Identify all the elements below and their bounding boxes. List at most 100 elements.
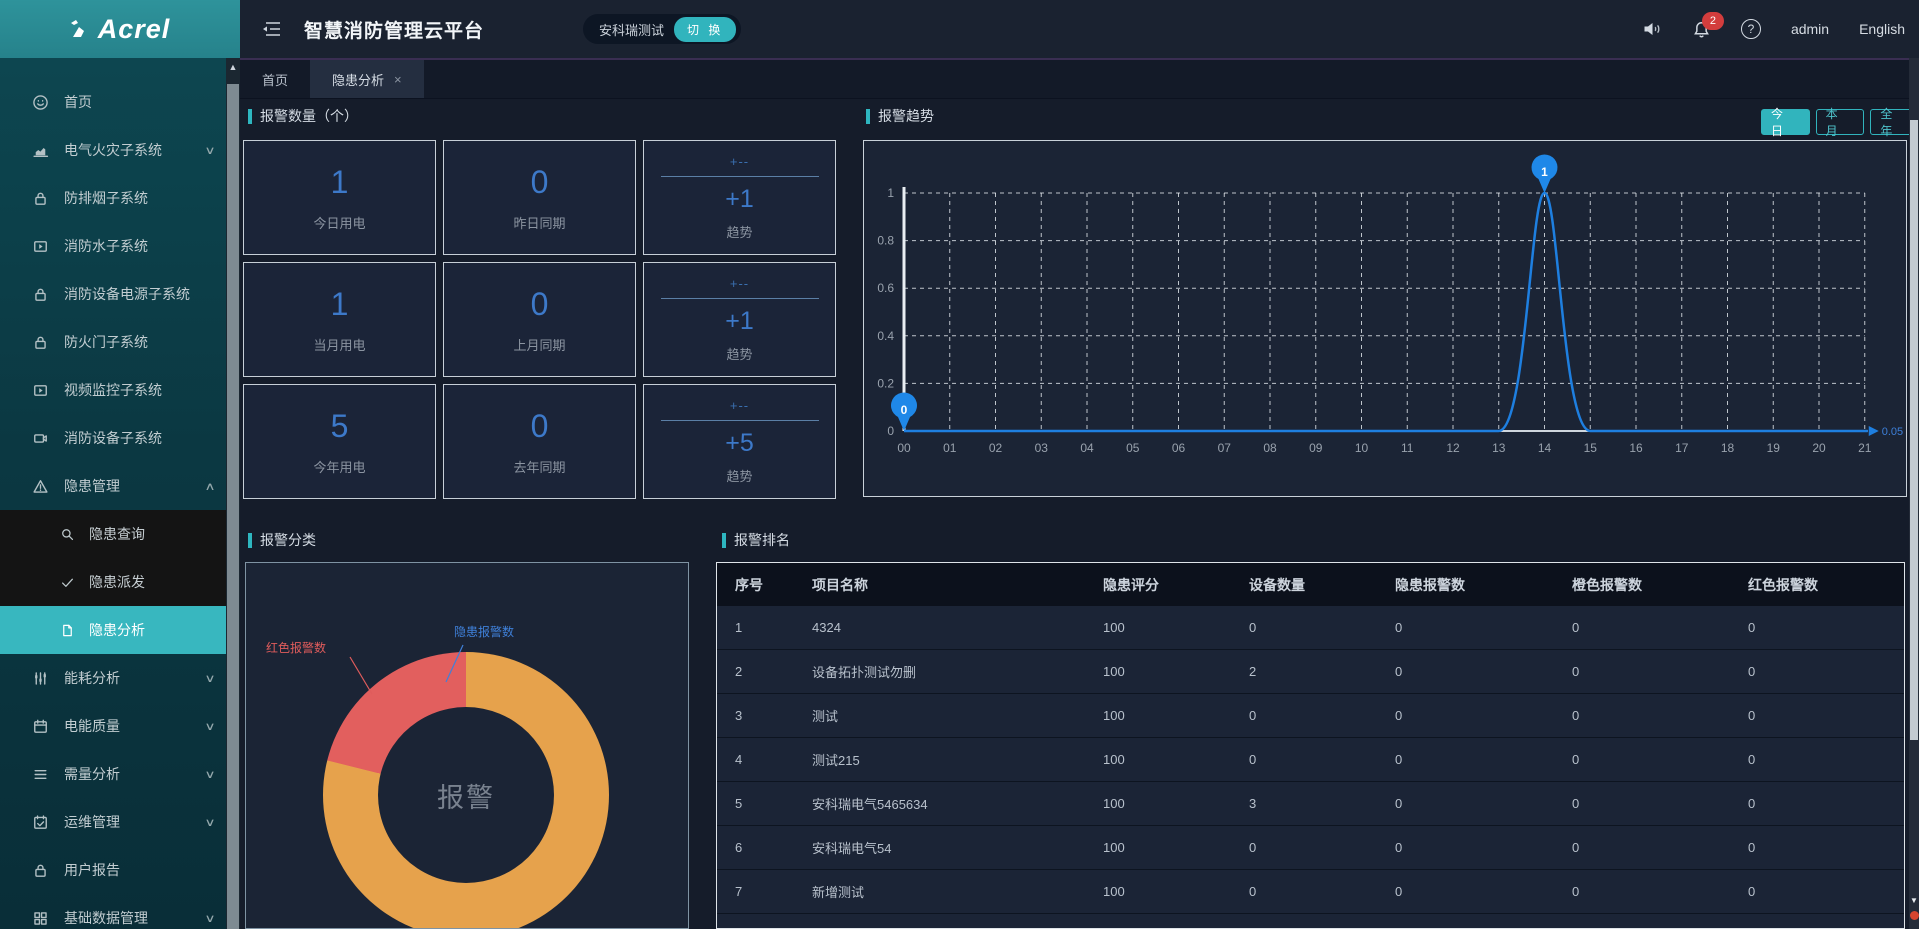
table-cell: 0 xyxy=(1249,606,1395,650)
tab-home[interactable]: 首页 xyxy=(240,60,310,98)
svg-text:18: 18 xyxy=(1721,441,1735,455)
svg-text:09: 09 xyxy=(1309,441,1323,455)
sidebar-scroll-thumb[interactable] xyxy=(227,84,239,929)
sidebar-subitem-1[interactable]: 隐患派发 xyxy=(0,558,226,606)
table-cell: 4324 xyxy=(812,606,1103,650)
project-selector: 安科瑞测试 切 换 xyxy=(583,14,741,44)
trend-fraction: +-- xyxy=(730,398,749,413)
trend-divider xyxy=(661,420,819,421)
svg-text:0.2: 0.2 xyxy=(877,376,894,390)
sidebar-item-7[interactable]: 消防设备子系统 xyxy=(0,414,226,462)
trend-card-2: +--+1趋势 xyxy=(643,140,836,255)
range-button-month[interactable]: 本月 xyxy=(1816,109,1865,135)
trend-line-chart[interactable]: 00.20.40.60.8100010203040506070809101112… xyxy=(864,141,1906,496)
stat-card-7: 0 去年同期 xyxy=(443,384,636,499)
sidebar-item-label: 基础数据管理 xyxy=(64,908,148,928)
sidebar-item-8[interactable]: 隐患管理∧ xyxy=(0,462,226,510)
sidebar-item-6[interactable]: 视频监控子系统 xyxy=(0,366,226,414)
table-cell: 设备拓扑测试勿删 xyxy=(812,650,1103,694)
trend-fraction: +-- xyxy=(730,276,749,291)
table-cell: 0 xyxy=(1395,870,1572,914)
switch-project-button[interactable]: 切 换 xyxy=(674,17,736,42)
sidebar-item-label: 消防设备电源子系统 xyxy=(64,284,190,304)
range-button-today[interactable]: 今日 xyxy=(1761,109,1810,135)
alarm-category-donut[interactable]: 报警 xyxy=(323,652,609,929)
sidebar-item-12[interactable]: 运维管理∨ xyxy=(0,798,226,846)
svg-text:01: 01 xyxy=(943,441,957,455)
title-accent-bar xyxy=(248,533,252,548)
sidebar-subitem-label: 隐患分析 xyxy=(89,620,145,640)
sidebar-item-label: 视频监控子系统 xyxy=(64,380,162,400)
sidebar-item-13[interactable]: 用户报告 xyxy=(0,846,226,894)
language-switch[interactable]: English xyxy=(1859,21,1905,37)
stat-card-3: 1当月用电 xyxy=(243,262,436,377)
tab-hidden-danger-analysis[interactable]: 隐患分析 × xyxy=(310,60,424,98)
sidebar-item-0[interactable]: 首页 xyxy=(0,78,226,126)
svg-text:21: 21 xyxy=(1858,441,1872,455)
sidebar-subitem-0[interactable]: 隐患查询 xyxy=(0,510,226,558)
svg-text:0.8: 0.8 xyxy=(877,234,894,248)
table-cell: 0 xyxy=(1748,650,1905,694)
svg-text:05: 05 xyxy=(1126,441,1140,455)
svg-text:12: 12 xyxy=(1446,441,1460,455)
table-cell: 100 xyxy=(1103,738,1249,782)
stat-label: 今年用电 xyxy=(313,457,365,476)
sidebar-submenu: 隐患查询隐患派发隐患分析 xyxy=(0,510,226,654)
stat-value: 1 xyxy=(331,164,349,201)
svg-text:02: 02 xyxy=(989,441,1003,455)
sidebar-subitem-label: 隐患派发 xyxy=(89,572,145,592)
sidebar-subitem-2[interactable]: 隐患分析 xyxy=(0,606,226,654)
speaker-icon[interactable] xyxy=(1642,20,1662,38)
acrel-logo-icon xyxy=(70,19,92,39)
table-cell: 0 xyxy=(1249,826,1395,870)
scroll-up-icon[interactable]: ▲ xyxy=(226,62,240,72)
sidebar-item-2[interactable]: 防排烟子系统 xyxy=(0,174,226,222)
sidebar-scrollbar[interactable]: ▲ xyxy=(226,58,240,929)
bell-icon[interactable]: 2 xyxy=(1692,20,1711,39)
close-tab-icon[interactable]: × xyxy=(394,72,402,87)
scroll-down-icon[interactable]: ▼ xyxy=(1909,896,1919,905)
table-cell: 3 xyxy=(1249,782,1395,826)
page-scroll-thumb[interactable] xyxy=(1910,120,1918,740)
table-row-partial xyxy=(717,914,1905,929)
sidebar-item-1[interactable]: 电气火灾子系统∨ xyxy=(0,126,226,174)
table-cell: 100 xyxy=(1103,606,1249,650)
svg-text:19: 19 xyxy=(1767,441,1781,455)
collapse-menu-icon[interactable] xyxy=(262,20,282,38)
help-icon[interactable]: ? xyxy=(1741,19,1761,39)
trend-card-8: +--+5趋势 xyxy=(643,384,836,499)
trend-range-buttons: 今日 本月 全年 xyxy=(1761,109,1919,135)
stat-value: 0 xyxy=(531,408,549,445)
table-cell: 2 xyxy=(717,650,812,694)
sidebar-item-14[interactable]: 基础数据管理∨ xyxy=(0,894,226,929)
svg-text:20: 20 xyxy=(1812,441,1826,455)
page-scrollbar[interactable]: ▼ xyxy=(1909,58,1919,929)
app-title: 智慧消防管理云平台 xyxy=(304,16,484,43)
table-cell: 100 xyxy=(1103,782,1249,826)
sidebar-item-11[interactable]: 需量分析∨ xyxy=(0,750,226,798)
sidebar-item-label: 消防设备子系统 xyxy=(64,428,162,448)
table-cell: 测试 xyxy=(812,694,1103,738)
column-header: 序号 xyxy=(717,563,812,606)
sidebar-item-3[interactable]: 消防水子系统 xyxy=(0,222,226,270)
user-menu[interactable]: admin xyxy=(1791,21,1829,37)
table-row: 2设备拓扑测试勿删1002000 xyxy=(717,650,1905,694)
chevron-down-icon: ∨ xyxy=(204,672,215,685)
stat-label: 去年同期 xyxy=(513,457,565,476)
svg-text:04: 04 xyxy=(1080,441,1094,455)
sidebar: 首页电气火灾子系统∨防排烟子系统消防水子系统消防设备电源子系统防火门子系统视频监… xyxy=(0,58,240,929)
sidebar-item-5[interactable]: 防火门子系统 xyxy=(0,318,226,366)
table-row: 3测试1000000 xyxy=(717,694,1905,738)
notification-badge: 2 xyxy=(1702,12,1724,30)
sidebar-item-4[interactable]: 消防设备电源子系统 xyxy=(0,270,226,318)
sidebar-item-10[interactable]: 电能质量∨ xyxy=(0,702,226,750)
svg-text:08: 08 xyxy=(1263,441,1277,455)
alarm-category-title-text: 报警分类 xyxy=(260,530,316,550)
table-cell: 0 xyxy=(1395,694,1572,738)
table-row: 143241000000 xyxy=(717,606,1905,650)
table-cell: 新增测试 xyxy=(812,870,1103,914)
table-cell: 2 xyxy=(1249,650,1395,694)
camera-icon xyxy=(32,430,49,447)
sidebar-item-9[interactable]: 能耗分析∨ xyxy=(0,654,226,702)
stat-card-0: 1今日用电 xyxy=(243,140,436,255)
